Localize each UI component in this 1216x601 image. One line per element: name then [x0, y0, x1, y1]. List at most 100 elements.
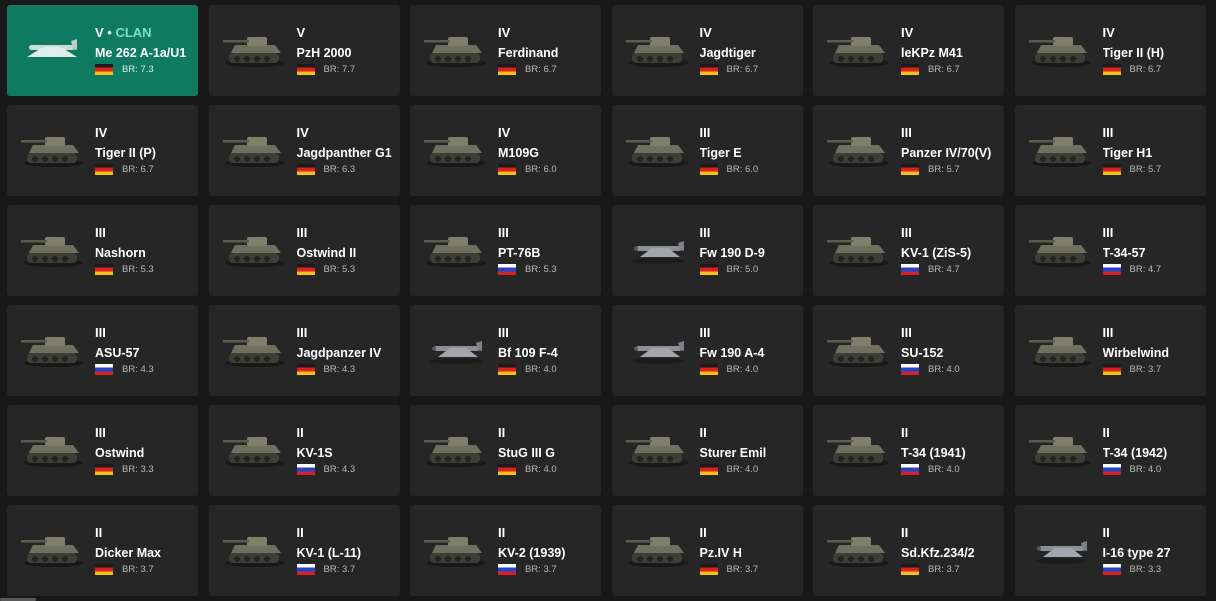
vehicle-rank: IV	[1102, 25, 1115, 40]
vehicle-rank: III	[901, 325, 912, 340]
rank-line: IV	[700, 26, 799, 40]
flag-ussr-icon	[1102, 563, 1121, 575]
rank-line: II	[297, 426, 396, 440]
battle-rating: BR: 3.3	[1129, 563, 1162, 575]
vehicle-info: III KV-1 (ZiS-5) BR: 4.7	[901, 226, 1000, 275]
clan-label: CLAN	[115, 25, 152, 40]
flag-ussr-icon	[296, 563, 315, 575]
battle-rating: BR: 7.3	[122, 63, 154, 75]
flag-ussr-icon	[1102, 463, 1121, 475]
vehicle-meta: BR: 6.7	[498, 63, 597, 75]
vehicle-name: Sd.Kfz.234/2	[901, 546, 975, 560]
vehicle-grid: V • CLAN Me 262 A-1a/U1 BR: 7.3 V PzH 20…	[0, 0, 1216, 601]
vehicle-card-asu-57[interactable]: III ASU-57 BR: 4.3	[7, 305, 198, 396]
rank-line: II	[1103, 426, 1202, 440]
vehicle-card-tiger-e[interactable]: III Tiger E BR: 6.0	[611, 105, 803, 196]
vehicle-info: III Fw 190 A-4 BR: 4.0	[699, 326, 799, 375]
vehicle-name: Tiger H1	[1102, 146, 1153, 160]
rank-line: III	[1103, 226, 1202, 240]
vehicle-card-stug-iii-g[interactable]: II StuG III G BR: 4.0	[410, 405, 601, 496]
vehicle-name: PT-76B	[498, 246, 541, 260]
vehicle-card-bf-109-f-4[interactable]: III Bf 109 F-4 BR: 4.0	[410, 305, 601, 396]
vehicle-card-kv-1-l-11[interactable]: II KV-1 (L-11) BR: 3.7	[208, 505, 400, 596]
vehicle-card-ostwind[interactable]: III Ostwind BR: 3.3	[7, 405, 198, 496]
vehicle-card-i-16-type-27[interactable]: II I-16 type 27 BR: 3.3	[1014, 505, 1206, 596]
vehicle-info: IV Tiger II (P) BR: 6.7	[95, 126, 194, 175]
vehicle-card-fw-190-d-9[interactable]: III Fw 190 D-9 BR: 5.0	[611, 205, 803, 296]
vehicle-card-fw-190-a-4[interactable]: III Fw 190 A-4 BR: 4.0	[611, 305, 803, 396]
vehicle-rank: II	[699, 425, 707, 440]
flag-germany-icon	[498, 363, 516, 375]
vehicle-meta: BR: 4.7	[1102, 263, 1202, 275]
flag-germany-icon	[95, 563, 113, 575]
vehicle-card-jagdpanzer-iv[interactable]: III Jagdpanzer IV BR: 4.3	[208, 305, 400, 396]
vehicle-info: V PzH 2000 BR: 7.7	[296, 26, 396, 75]
battle-rating: BR: 6.7	[1129, 63, 1162, 75]
rank-line: V • CLAN	[95, 26, 194, 40]
vehicle-card-pz-iv-h[interactable]: II Pz.IV H BR: 3.7	[611, 505, 803, 596]
rank-line: II	[498, 426, 597, 440]
vehicle-card-t-34-1941[interactable]: II T-34 (1941) BR: 4.0	[813, 405, 1004, 496]
vehicle-card-jagdpanther-g1[interactable]: IV Jagdpanther G1 BR: 6.3	[208, 105, 400, 196]
vehicle-meta: BR: 6.7	[1102, 63, 1202, 75]
vehicle-name: Tiger II (P)	[95, 146, 156, 160]
rank-line: II	[901, 426, 1000, 440]
vehicle-card-ferdinand[interactable]: IV Ferdinand BR: 6.7	[410, 5, 601, 96]
plane-image	[1034, 541, 1087, 564]
rank-line: III	[700, 326, 799, 340]
vehicle-info: V • CLAN Me 262 A-1a/U1 BR: 7.3	[95, 26, 194, 75]
vehicle-meta: BR: 3.7	[296, 563, 396, 575]
vehicle-name: ASU-57	[95, 346, 140, 360]
vehicle-meta: BR: 3.7	[1102, 363, 1202, 375]
flag-germany-icon	[95, 163, 113, 175]
vehicle-card-jagdtiger[interactable]: IV Jagdtiger BR: 6.7	[611, 5, 803, 96]
vehicle-card-tiger-ii-p[interactable]: IV Tiger II (P) BR: 6.7	[7, 105, 198, 196]
tank-image	[21, 237, 83, 267]
flag-germany-icon	[699, 463, 718, 475]
battle-rating: BR: 3.7	[1129, 363, 1162, 375]
vehicle-card-ostwind-ii[interactable]: III Ostwind II BR: 5.3	[208, 205, 400, 296]
vehicle-card-tiger-h1[interactable]: III Tiger H1 BR: 5.7	[1014, 105, 1206, 196]
battle-rating: BR: 4.3	[323, 463, 356, 475]
tank-image	[21, 437, 83, 467]
vehicle-card-pzh-2000[interactable]: V PzH 2000 BR: 7.7	[208, 5, 400, 96]
vehicle-card-sturer-emil[interactable]: II Sturer Emil BR: 4.0	[611, 405, 803, 496]
vehicle-info: III Fw 190 D-9 BR: 5.0	[699, 226, 799, 275]
tank-image	[827, 537, 889, 567]
vehicle-card-tiger-ii-h[interactable]: IV Tiger II (H) BR: 6.7	[1014, 5, 1206, 96]
rank-line: III	[1103, 326, 1202, 340]
vehicle-meta: BR: 5.3	[95, 263, 194, 275]
vehicle-card-kv-2-1939[interactable]: II KV-2 (1939) BR: 3.7	[410, 505, 601, 596]
vehicle-card-kv-1s[interactable]: II KV-1S BR: 4.3	[208, 405, 400, 496]
vehicle-card-panzer-iv-70-v[interactable]: III Panzer IV/70(V) BR: 5.7	[813, 105, 1004, 196]
vehicle-meta: BR: 7.7	[296, 63, 396, 75]
tank-image	[222, 337, 285, 367]
tank-image	[424, 437, 486, 467]
vehicle-meta: BR: 6.7	[901, 63, 1000, 75]
battle-rating: BR: 6.3	[323, 163, 356, 175]
vehicle-rank: III	[296, 225, 308, 240]
vehicle-card-t-34-57[interactable]: III T-34-57 BR: 4.7	[1014, 205, 1206, 296]
flag-ussr-icon	[296, 463, 315, 475]
vehicle-card-m109g[interactable]: IV M109G BR: 6.0	[410, 105, 601, 196]
vehicle-card-me-262-a-1a-u1[interactable]: V • CLAN Me 262 A-1a/U1 BR: 7.3	[7, 5, 198, 96]
vehicle-card-kv-1-zis-5[interactable]: III KV-1 (ZiS-5) BR: 4.7	[813, 205, 1004, 296]
vehicle-info: II KV-2 (1939) BR: 3.7	[498, 526, 597, 575]
tank-image	[222, 37, 285, 67]
vehicle-info: III Panzer IV/70(V) BR: 5.7	[901, 126, 1000, 175]
vehicle-card-dicker-max[interactable]: II Dicker Max BR: 3.7	[7, 505, 198, 596]
vehicle-card-lekpz-m41[interactable]: IV leKPz M41 BR: 6.7	[813, 5, 1004, 96]
vehicle-card-wirbelwind[interactable]: III Wirbelwind BR: 3.7	[1014, 305, 1206, 396]
vehicle-name: Fw 190 D-9	[699, 246, 765, 260]
vehicle-card-t-34-1942[interactable]: II T-34 (1942) BR: 4.0	[1014, 405, 1206, 496]
vehicle-rank: III	[498, 325, 509, 340]
vehicle-card-sd-kfz-234-2[interactable]: II Sd.Kfz.234/2 BR: 3.7	[813, 505, 1004, 596]
vehicle-card-su-152[interactable]: III SU-152 BR: 4.0	[813, 305, 1004, 396]
vehicle-name: Me 262 A-1a/U1	[95, 46, 187, 60]
vehicle-card-nashorn[interactable]: III Nashorn BR: 5.3	[7, 205, 198, 296]
rank-line: II	[901, 526, 1000, 540]
vehicle-card-pt-76b[interactable]: III PT-76B BR: 5.3	[410, 205, 601, 296]
flag-germany-icon	[296, 263, 315, 275]
rank-line: III	[901, 326, 1000, 340]
vehicle-meta: BR: 5.7	[901, 163, 1000, 175]
